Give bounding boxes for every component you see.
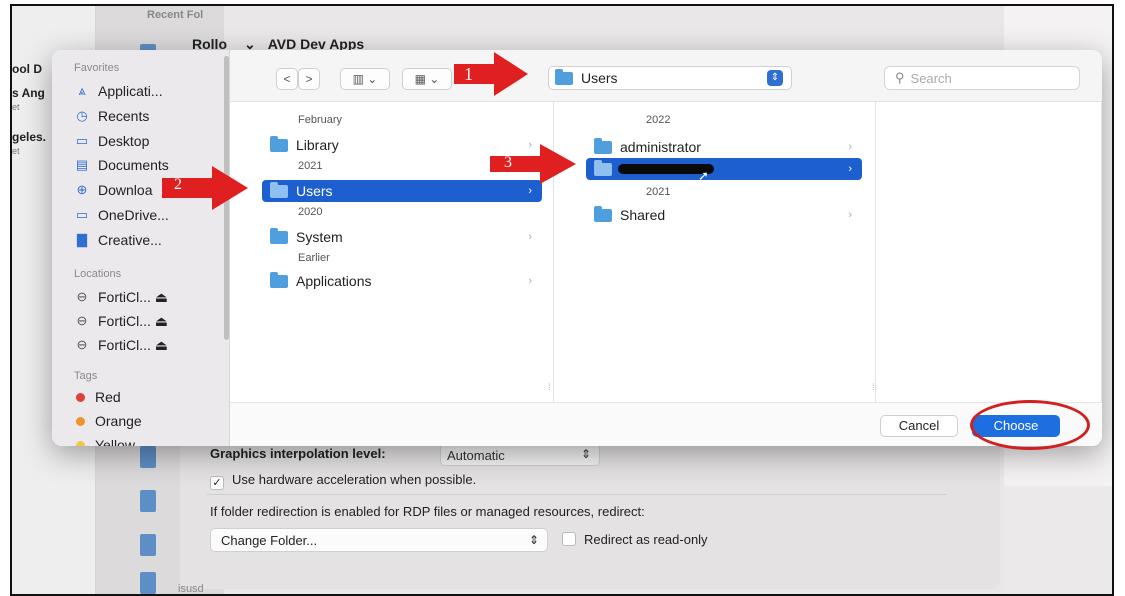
- annotation-layer: [162, 52, 576, 210]
- screenshot-frame: ool D s Ang et geles. et Recent Fol Roll…: [10, 4, 1114, 596]
- annotation-number-1: 1: [464, 64, 473, 84]
- circle-annotation: [970, 400, 1090, 450]
- annotation-number-2: 2: [174, 176, 182, 193]
- arrow-annotation-3: [490, 144, 576, 184]
- annotation-number-3: 3: [504, 154, 512, 171]
